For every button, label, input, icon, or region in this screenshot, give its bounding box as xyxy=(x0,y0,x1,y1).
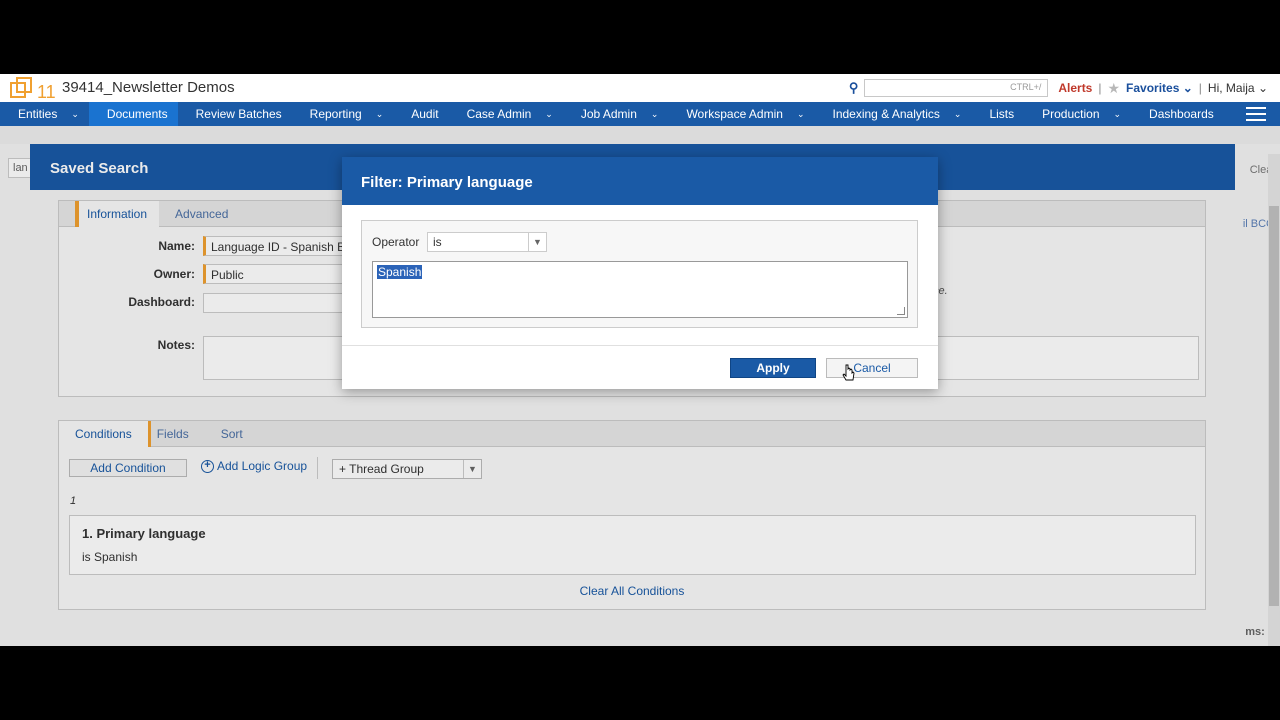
nav-item-entities[interactable]: Entities ⌄ xyxy=(0,102,89,126)
operator-label: Operator xyxy=(372,235,420,249)
search-shortcut-hint: CTRL+/ xyxy=(1010,82,1042,92)
nav-item-audit[interactable]: Audit xyxy=(393,102,448,126)
search-icon[interactable]: ⚲ xyxy=(849,80,859,96)
filter-dialog-title: Filter: Primary language xyxy=(342,157,938,205)
chevron-down-icon: ▼ xyxy=(528,233,546,251)
nav-item-label: Indexing & Analytics xyxy=(832,107,940,121)
filter-dialog-body: Operator is ▼ Spanish xyxy=(361,220,918,328)
star-icon: ★ xyxy=(1107,79,1121,96)
header-separator: | xyxy=(1098,81,1102,95)
nav-item-label: Workspace Admin xyxy=(686,107,783,121)
relativity-logo-icon: 11 xyxy=(10,77,56,101)
nav-item-review-batches[interactable]: Review Batches xyxy=(178,102,292,126)
header-separator-2: | xyxy=(1198,81,1202,95)
hamburger-menu-icon[interactable] xyxy=(1246,107,1266,121)
nav-item-label: Audit xyxy=(411,107,439,121)
nav-item-lists[interactable]: Lists xyxy=(971,102,1024,126)
header-right: ⚲ CTRL+/ Alerts | ★ Favorites ⌄ | Hi, Ma… xyxy=(849,79,1268,97)
operator-select[interactable]: is ▼ xyxy=(427,232,547,252)
apply-button[interactable]: Apply xyxy=(730,358,816,378)
nav-item-label: Lists xyxy=(989,107,1015,121)
chevron-down-icon[interactable]: ⌄ xyxy=(651,109,659,120)
chevron-down-icon[interactable]: ⌄ xyxy=(376,109,384,120)
chevron-down-icon[interactable]: ⌄ xyxy=(954,109,962,120)
nav-item-workspace-admin[interactable]: Workspace Admin ⌄ xyxy=(668,102,814,126)
favorites-menu[interactable]: Favorites ⌄ xyxy=(1126,81,1193,95)
nav-item-label: Job Admin xyxy=(580,107,637,121)
logo-number: 11 xyxy=(37,82,56,101)
mouse-cursor-icon xyxy=(842,364,855,381)
nav-item-reporting[interactable]: Reporting ⌄ xyxy=(292,102,394,126)
chevron-down-icon[interactable]: ⌄ xyxy=(1114,109,1122,120)
chevron-down-icon[interactable]: ⌄ xyxy=(71,109,79,120)
selected-value-text: Spanish xyxy=(377,265,423,279)
nav-item-job-admin[interactable]: Job Admin ⌄ xyxy=(563,102,669,126)
resize-handle-icon[interactable] xyxy=(897,307,905,315)
nav-item-label: Production xyxy=(1042,107,1100,121)
top-header: 11 39414_Newsletter Demos ⚲ CTRL+/ Alert… xyxy=(0,74,1280,102)
nav-item-label: Dashboards xyxy=(1149,107,1214,121)
nav-item-dashboards[interactable]: Dashboards xyxy=(1131,102,1224,126)
nav-item-documents[interactable]: Documents xyxy=(88,102,178,126)
nav-item-indexing-analytics[interactable]: Indexing & Analytics ⌄ xyxy=(814,102,971,126)
alerts-link[interactable]: Alerts xyxy=(1058,81,1092,95)
main-nav: Entities ⌄ Documents Review Batches Reportin… xyxy=(0,102,1280,126)
chevron-down-icon[interactable]: ⌄ xyxy=(545,109,553,120)
nav-item-label: Reporting xyxy=(309,107,362,121)
filter-value-textarea[interactable]: Spanish xyxy=(372,261,908,318)
nav-item-label: Documents xyxy=(106,107,168,121)
operator-value: is xyxy=(433,235,442,249)
nav-item-label: Entities xyxy=(18,107,58,121)
nav-item-case-admin[interactable]: Case Admin ⌄ xyxy=(449,102,563,126)
nav-item-label: Review Batches xyxy=(195,107,282,121)
cancel-button[interactable]: Cancel xyxy=(826,358,918,378)
nav-item-production[interactable]: Production ⌄ xyxy=(1024,102,1131,126)
chevron-down-icon[interactable]: ⌄ xyxy=(797,109,805,120)
user-menu[interactable]: Hi, Maija ⌄ xyxy=(1208,81,1268,95)
app-frame: 11 39414_Newsletter Demos ⚲ CTRL+/ Alert… xyxy=(0,74,1280,646)
global-search-input[interactable]: CTRL+/ xyxy=(864,79,1049,97)
nav-item-label: Case Admin xyxy=(466,107,532,121)
footer-divider xyxy=(342,345,938,346)
filter-dialog: Filter: Primary language Operator is ▼ S… xyxy=(342,157,938,389)
workspace-title[interactable]: 39414_Newsletter Demos xyxy=(62,79,235,96)
